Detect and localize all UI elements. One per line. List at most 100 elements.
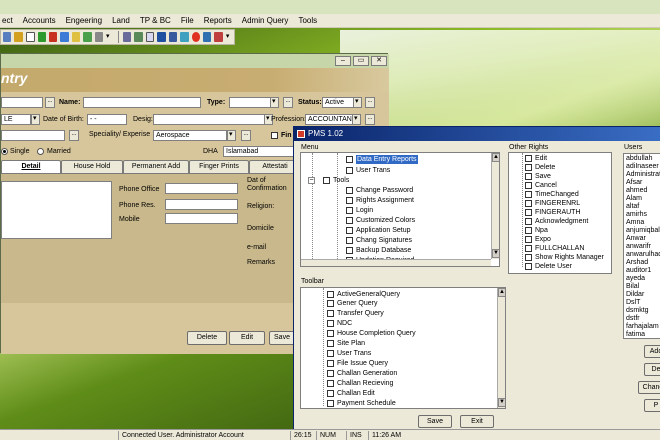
tab-finger-prints[interactable]: Finger Prints [189, 160, 249, 173]
other-right-item[interactable]: Expo [525, 235, 551, 244]
red-flag-icon[interactable] [48, 32, 58, 42]
exit-icon[interactable] [214, 32, 223, 42]
tab-house-hold[interactable]: House Hold [61, 160, 123, 173]
dropdown-arrow-icon[interactable]: ▾ [106, 32, 111, 42]
toolbar-checkbox[interactable] [327, 370, 334, 377]
menu-checkbox[interactable] [346, 247, 353, 254]
scroll-up-icon[interactable]: ▲ [492, 153, 499, 162]
menu-item-tools[interactable]: Tools [298, 16, 317, 25]
right-checkbox[interactable] [525, 209, 532, 216]
finger-checkbox[interactable] [271, 132, 278, 139]
user-icon[interactable] [3, 32, 12, 42]
menu-tree[interactable]: Data Entry Reports User Trans − Tools Cha… [300, 152, 500, 267]
tab-permanent-add[interactable]: Permanent Add [123, 160, 189, 173]
save-button[interactable]: Save [269, 331, 295, 345]
menu-item[interactable]: Application Setup [346, 226, 410, 235]
menu-item-admin-query[interactable]: Admin Query [242, 16, 289, 25]
profession-dropdown-button[interactable] [352, 114, 361, 125]
type-dropdown-button[interactable] [270, 97, 279, 108]
right-checkbox[interactable] [525, 191, 532, 198]
menu-item[interactable]: − Tools [308, 176, 349, 185]
toolbar-checkbox[interactable] [327, 310, 334, 317]
status-select[interactable]: Active [322, 97, 354, 108]
right-checkbox[interactable] [525, 227, 532, 234]
menu-item-land[interactable]: Land [112, 16, 130, 25]
scroll-down-icon[interactable]: ▼ [492, 249, 499, 258]
speciality-dropdown-button[interactable] [227, 130, 236, 141]
collapse-icon[interactable]: − [308, 177, 315, 184]
toolbar-right-item[interactable]: Gener Query [327, 299, 377, 308]
phone-res-field[interactable] [165, 199, 238, 210]
right-checkbox[interactable] [525, 182, 532, 189]
toolbar-right-item[interactable]: Challan Generation [327, 369, 397, 378]
menu-item[interactable]: Rights Assignment [346, 196, 414, 205]
delete-user-button[interactable]: De [644, 363, 660, 376]
toolbar-checkbox[interactable] [327, 360, 334, 367]
calendar-icon[interactable] [157, 32, 166, 42]
speciality-browse-button[interactable]: ... [241, 130, 251, 141]
print-icon[interactable] [94, 32, 103, 42]
menu-checkbox[interactable] [346, 167, 353, 174]
menu-item[interactable]: User Trans [346, 166, 390, 175]
address-field[interactable] [1, 130, 65, 141]
other-right-item[interactable]: Show Rights Manager [525, 253, 604, 262]
single-radio[interactable] [1, 148, 8, 155]
menu-item-accounts[interactable]: Accounts [23, 16, 56, 25]
right-checkbox[interactable] [525, 218, 532, 225]
menu-tree-hscrollbar[interactable] [301, 259, 491, 266]
menu-checkbox[interactable] [323, 177, 330, 184]
profession-browse-button[interactable]: ... [365, 114, 375, 125]
toolbar-checkbox[interactable] [327, 330, 334, 337]
le-select[interactable]: LE [1, 114, 31, 125]
menu-item[interactable]: Customized Colors [346, 216, 415, 225]
change-password-button[interactable]: Chang [638, 381, 660, 394]
chart-icon[interactable] [60, 32, 69, 42]
menu-item[interactable]: Backup Database [346, 246, 411, 255]
toolbar-right-item[interactable]: Challan Recieving [327, 379, 393, 388]
address-browse-button[interactable]: ... [69, 130, 79, 141]
toolbar-right-item[interactable]: User Trans [327, 349, 371, 358]
toolbar-checkbox[interactable] [327, 400, 334, 407]
users-list[interactable]: abdullah adiInaseer Administrator Afsar … [623, 153, 660, 339]
export-icon[interactable] [180, 32, 189, 42]
search-icon[interactable] [145, 32, 155, 42]
scroll-up-icon[interactable]: ▲ [498, 288, 505, 297]
status-dropdown-button[interactable] [353, 97, 362, 108]
menu-item[interactable]: Chang Signatures [346, 236, 412, 245]
menu-checkbox[interactable] [346, 237, 353, 244]
delete-button[interactable]: Delete [187, 331, 227, 345]
menu-checkbox[interactable] [346, 197, 353, 204]
name-field[interactable] [83, 97, 201, 108]
toolbar-right-item[interactable]: Site Plan [327, 339, 365, 348]
toolbar-checkbox[interactable] [327, 300, 334, 307]
other-right-item[interactable]: FINGERENRL [525, 199, 580, 208]
toolbar-right-item[interactable]: Transfer Query [327, 309, 384, 318]
other-right-item[interactable]: Save [525, 172, 551, 181]
import-icon[interactable] [203, 32, 212, 42]
menu-item-tp-bc[interactable]: TP & BC [140, 16, 171, 25]
toolbar-right-item[interactable]: Payment Schedule [327, 399, 396, 408]
report-icon[interactable] [83, 32, 92, 42]
toolbar-right-item[interactable]: File Issue Query [327, 359, 388, 368]
maximize-icon[interactable]: ▭ [353, 56, 369, 66]
other-right-item[interactable]: Npa [525, 226, 548, 235]
menu-tree-scrollbar[interactable]: ▲ ▼ [491, 153, 499, 259]
menu-item-project[interactable]: ect [2, 16, 13, 25]
mobile-field[interactable] [165, 213, 238, 224]
toolbar-right-item[interactable]: NDC [327, 319, 352, 328]
type-browse-button[interactable]: ... [283, 97, 293, 108]
settings-icon[interactable] [134, 32, 143, 42]
pms-exit-button[interactable]: Exit [460, 415, 494, 428]
other-right-item[interactable]: FINGERAUTH [525, 208, 581, 217]
close-icon[interactable]: ✕ [371, 56, 387, 66]
alert-icon[interactable] [191, 32, 201, 42]
toolbar-rights-list[interactable]: ActiveGeneralQuery Gener Query Transfer … [300, 287, 506, 409]
toolbar-right-item[interactable]: Challan Edit [327, 389, 375, 398]
code-browse-button[interactable]: ... [45, 97, 55, 108]
dob-field[interactable]: - - [87, 114, 127, 125]
menu-item-reports[interactable]: Reports [204, 16, 232, 25]
code-field[interactable] [1, 97, 43, 108]
right-checkbox[interactable] [525, 263, 532, 270]
menu-checkbox[interactable] [346, 187, 353, 194]
menu-item[interactable]: Data Entry Reports [346, 155, 418, 164]
